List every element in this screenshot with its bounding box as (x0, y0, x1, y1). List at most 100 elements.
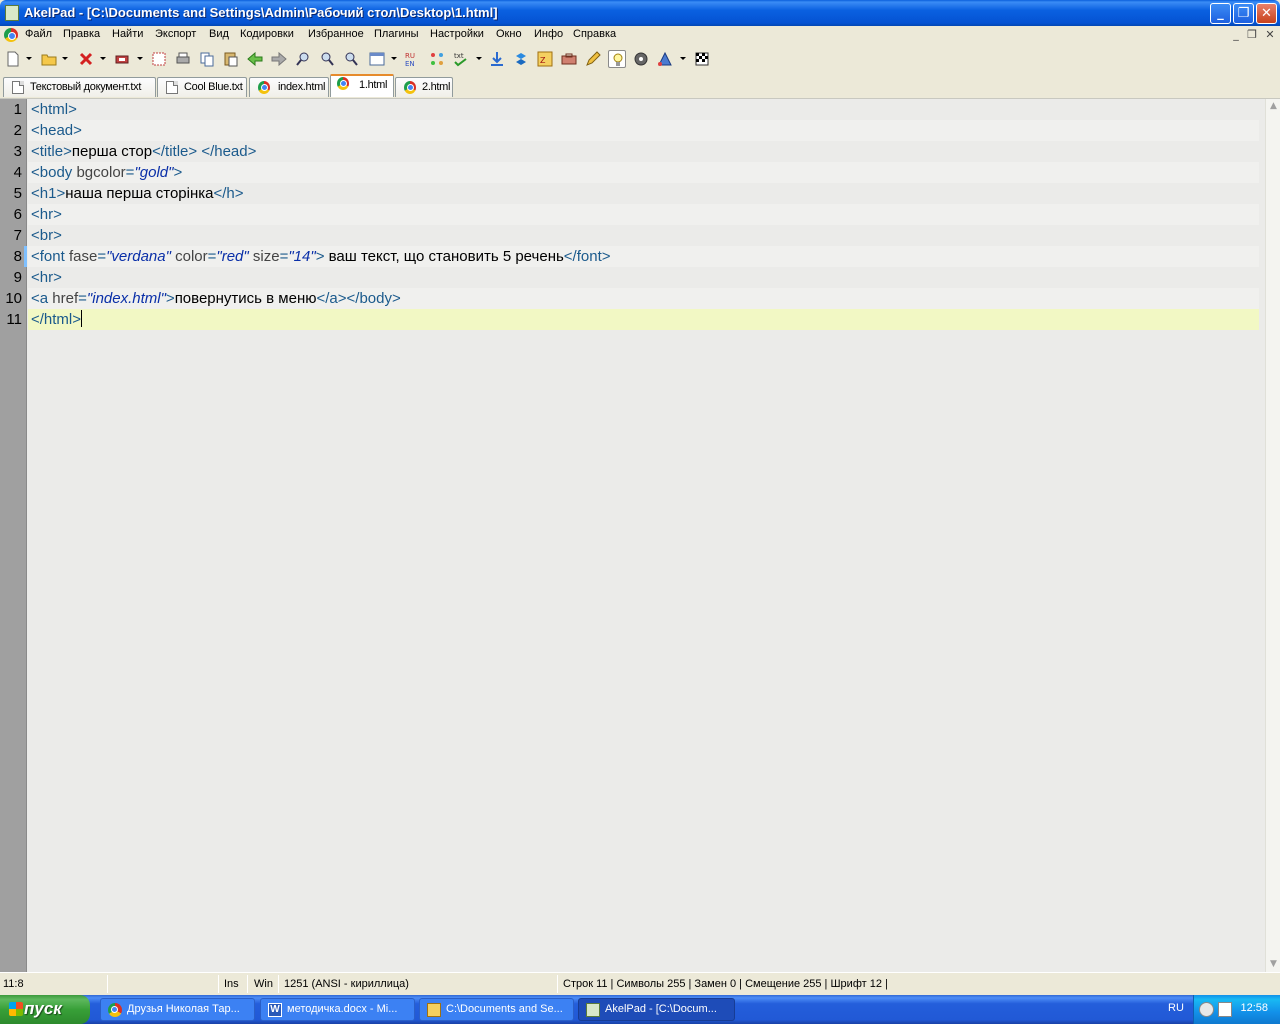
start-button[interactable]: пуск (0, 995, 90, 1024)
code-line[interactable]: </html> (28, 309, 1259, 330)
code-token: <hr> (31, 206, 62, 223)
menu-encodings[interactable]: Кодировки (240, 28, 294, 40)
insert-mode[interactable]: Ins (224, 978, 239, 990)
line-number-gutter: 1 2 3 4 5 6 7 8 9 10 11 (0, 99, 27, 972)
code-token: наша перша сторінка (65, 185, 214, 202)
code-token: </font> (563, 248, 611, 265)
taskbar-item-word[interactable]: W методичка.docx - Mi... (260, 998, 415, 1021)
sync-icon[interactable] (512, 50, 530, 68)
language-indicator[interactable]: RU (1168, 1002, 1184, 1014)
code-line[interactable]: <body bgcolor="gold"> (28, 162, 1259, 183)
menu-view[interactable]: Вид (209, 28, 229, 40)
encoding-status[interactable]: 1251 (ANSI - кириллица) (284, 978, 409, 990)
code-line[interactable]: <a href="index.html">повернутись в меню<… (28, 288, 1259, 309)
code-line[interactable]: <h1>наша перша сторінка</h> (28, 183, 1259, 204)
menu-edit[interactable]: Правка (63, 28, 100, 40)
editor-area[interactable]: 1 2 3 4 5 6 7 8 9 10 11 <html> <head> <title>перша с… (0, 98, 1280, 972)
lightbulb-icon[interactable] (608, 50, 626, 68)
save-icon[interactable] (113, 50, 131, 68)
new-file-icon[interactable] (4, 50, 22, 68)
code-token: <h1> (31, 185, 66, 202)
scroll-up-arrow-icon[interactable]: ▲ (1266, 99, 1280, 114)
view-icon[interactable] (368, 50, 386, 68)
tab-index-html[interactable]: index.html (249, 77, 329, 97)
code-line[interactable]: <title>перша стор</title> </head> (28, 141, 1259, 162)
spellcheck-icon[interactable]: txt (452, 50, 470, 68)
undo-arrow-icon[interactable] (246, 50, 264, 68)
modified-line-marker (24, 246, 27, 267)
taskbar-item-akelpad[interactable]: AkelPad - [C:\Docum... (578, 998, 735, 1021)
tab-cool-blue[interactable]: Cool Blue.txt (157, 77, 247, 97)
task-label: методичка.docx - Mi... (287, 1003, 398, 1015)
menu-export[interactable]: Экспорт (155, 28, 196, 40)
menu-find[interactable]: Найти (112, 28, 143, 40)
line-number: 11 (6, 311, 22, 328)
tray-app-icon[interactable] (1199, 1002, 1214, 1017)
restore-button[interactable]: ❐ (1233, 3, 1254, 24)
windows-logo-icon (9, 1002, 23, 1016)
vertical-scrollbar[interactable]: ▲ ▼ (1265, 99, 1280, 972)
paste-icon[interactable] (222, 50, 240, 68)
mdi-close-button[interactable]: ✕ (1263, 29, 1277, 42)
redo-arrow-icon[interactable] (270, 50, 288, 68)
document-stats: Строк 11 | Символы 255 | Замен 0 | Смеще… (563, 978, 888, 990)
chrome-icon (404, 81, 416, 94)
code-token: color (170, 248, 208, 265)
tab-1-html[interactable]: 1.html (330, 74, 394, 97)
line-number: 9 (13, 269, 22, 286)
akelpad-icon (586, 1003, 600, 1017)
copy-icon[interactable] (198, 50, 216, 68)
title-bar[interactable]: AkelPad - [C:\Documents and Settings\Adm… (0, 0, 1280, 26)
code-token: повернутись в меню (174, 290, 317, 307)
tools-icon[interactable]: Z (536, 50, 554, 68)
code-line[interactable]: <hr> (28, 204, 1259, 225)
case-icon[interactable] (560, 50, 578, 68)
code-token: <body (31, 164, 77, 181)
document-icon (12, 81, 24, 94)
download-icon[interactable] (488, 50, 506, 68)
encoding-icon[interactable]: RU EN (404, 50, 422, 68)
mdi-restore-button[interactable]: ❐ (1245, 29, 1259, 42)
chrome-icon[interactable] (4, 28, 18, 42)
taskbar-item-chrome[interactable]: Друзья Николая Тар... (100, 998, 255, 1021)
select-all-icon[interactable] (150, 50, 168, 68)
menu-favorites[interactable]: Избранное (308, 28, 364, 40)
record-icon[interactable] (632, 50, 650, 68)
scroll-down-arrow-icon[interactable]: ▼ (1266, 957, 1280, 972)
taskbar-item-explorer[interactable]: C:\Documents and Se... (419, 998, 574, 1021)
menu-file[interactable]: Файл (25, 28, 52, 40)
code-token: </title> </head> (152, 143, 257, 160)
menu-bar: Файл Правка Найти Экспорт Вид Кодировки … (0, 26, 1280, 45)
checkered-icon[interactable] (693, 50, 711, 68)
code-line[interactable]: <br> (28, 225, 1259, 246)
code-line[interactable]: <hr> (28, 267, 1259, 288)
print-icon[interactable] (174, 50, 192, 68)
minimize-button[interactable]: _ (1210, 3, 1231, 24)
antivirus-icon[interactable] (1218, 1002, 1232, 1017)
pencil-icon[interactable] (584, 50, 602, 68)
close-button[interactable]: ✕ (1256, 3, 1277, 24)
close-file-icon[interactable] (77, 50, 95, 68)
code-token: size (248, 248, 280, 265)
tab-label: 2.html (422, 81, 451, 93)
code-line[interactable]: <font fase="verdana" color="red" size="1… (28, 246, 1259, 267)
code-line[interactable]: <html> (28, 99, 1259, 120)
menu-info[interactable]: Инфо (534, 28, 563, 40)
newline-mode[interactable]: Win (254, 978, 273, 990)
find-next-icon[interactable] (318, 50, 336, 68)
open-folder-icon[interactable] (40, 50, 58, 68)
code-line[interactable]: <head> (28, 120, 1259, 141)
plugins-icon[interactable] (428, 50, 446, 68)
menu-help[interactable]: Справка (573, 28, 616, 40)
menu-plugins[interactable]: Плагины (374, 28, 419, 40)
code-token: перша стор (71, 143, 153, 160)
menu-window[interactable]: Окно (496, 28, 522, 40)
menu-settings[interactable]: Настройки (430, 28, 484, 40)
triangle-tool-icon[interactable] (656, 50, 674, 68)
tab-text-document[interactable]: Текстовый документ.txt (3, 77, 156, 97)
replace-icon[interactable] (342, 50, 360, 68)
find-icon[interactable] (294, 50, 312, 68)
tab-label: Текстовый документ.txt (30, 81, 142, 93)
mdi-minimize-button[interactable]: _ (1229, 29, 1243, 42)
tab-2-html[interactable]: 2.html (395, 77, 453, 97)
